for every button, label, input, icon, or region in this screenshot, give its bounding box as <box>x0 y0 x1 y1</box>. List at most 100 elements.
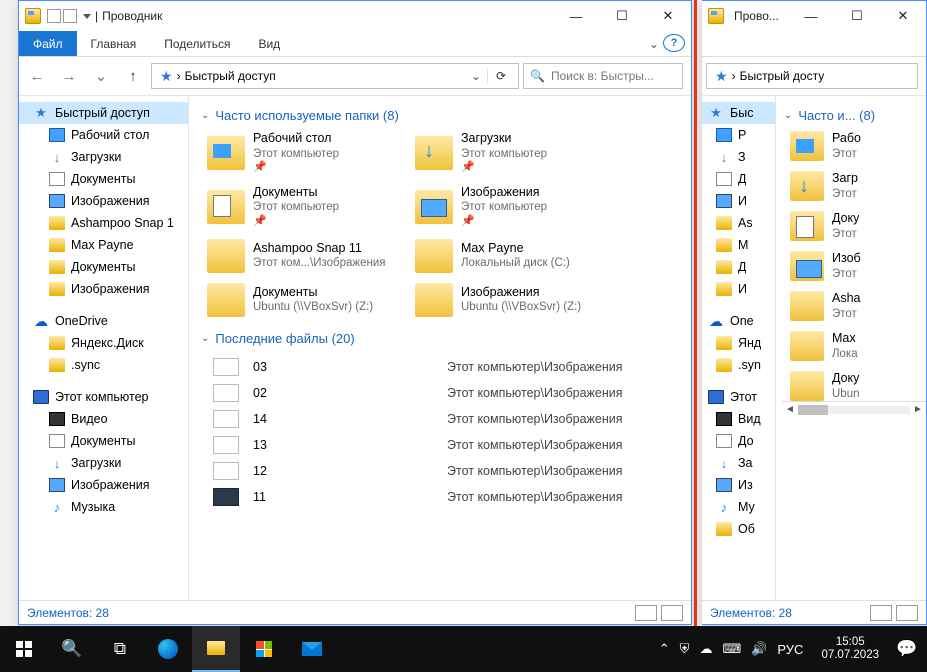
store-button[interactable] <box>240 626 288 672</box>
security-icon[interactable]: ⛨ <box>680 641 690 657</box>
edge-button[interactable] <box>144 626 192 672</box>
language-indicator[interactable]: РУС <box>777 642 803 657</box>
folder-tile[interactable]: ЗагрЭтот <box>790 171 910 201</box>
content-pane[interactable]: ⌄ Часто используемые папки (8) Рабочий с… <box>189 96 691 600</box>
clock[interactable]: 15:05 07.07.2023 <box>813 636 887 662</box>
view-details-icon[interactable] <box>870 605 892 621</box>
mail-button[interactable] <box>288 626 336 672</box>
tree-item[interactable]: OneDrive <box>19 310 188 332</box>
explorer-button[interactable] <box>192 626 240 672</box>
taskbar[interactable]: 🔍 ⧉ ⌃ ⛨ ☁ ⌨ 🔊 РУС 15:05 07.07.2023 💬 <box>0 626 927 672</box>
group-recent-header[interactable]: ⌄ Последние файлы (20) <box>201 331 691 346</box>
tree-item[interactable]: Документы <box>19 430 188 452</box>
folder-tile[interactable]: Max PayneЛокальный диск (C:) <box>415 239 615 273</box>
search-button[interactable]: 🔍 <box>48 626 96 672</box>
tree-item[interactable]: .syn <box>702 354 775 376</box>
close-button[interactable]: ✕ <box>880 1 926 31</box>
tree-item[interactable]: Видео <box>19 408 188 430</box>
folder-tile[interactable]: ИзображенияUbuntu (\\VBoxSvr) (Z:) <box>415 283 615 317</box>
group-frequent-header[interactable]: ⌄ Часто и... (8) <box>784 108 926 123</box>
tree-item[interactable]: Д <box>702 256 775 278</box>
view-large-icon[interactable] <box>896 605 918 621</box>
recent-file-row[interactable]: 12Этот компьютер\Изображения <box>199 458 691 484</box>
ribbon-file-tab[interactable]: Файл <box>19 31 77 56</box>
tree-item[interactable]: И <box>702 190 775 212</box>
view-details-icon[interactable] <box>635 605 657 621</box>
action-center-button[interactable]: 💬 <box>887 626 927 672</box>
navigation-tree[interactable]: ★Быстрый доступРабочий столЗагрузкиДокум… <box>19 96 189 600</box>
view-large-icon[interactable] <box>661 605 683 621</box>
tree-item[interactable]: Этот <box>702 386 775 408</box>
recent-file-row[interactable]: 11Этот компьютер\Изображения <box>199 484 691 510</box>
tree-item[interactable]: ★Быс <box>702 102 775 124</box>
tree-item[interactable]: И <box>702 278 775 300</box>
folder-tile[interactable]: Рабочий столЭтот компьютер📌 <box>207 131 407 175</box>
folder-tile[interactable]: ЗагрузкиЭтот компьютер📌 <box>415 131 615 175</box>
tree-item[interactable]: Загрузки <box>19 452 188 474</box>
keyboard-icon[interactable]: ⌨ <box>722 641 741 657</box>
tree-item[interactable]: Из <box>702 474 775 496</box>
folder-tile[interactable]: Ashampoo Snap 11Этот ком...\Изображения <box>207 239 407 273</box>
help-icon[interactable]: ? <box>663 34 685 52</box>
titlebar[interactable]: Прово... — ☐ ✕ <box>702 1 926 31</box>
tree-item[interactable]: Об <box>702 518 775 540</box>
maximize-button[interactable]: ☐ <box>599 1 645 31</box>
forward-button[interactable]: → <box>55 62 83 90</box>
tree-item[interactable]: Музыка <box>19 496 188 518</box>
tree-item[interactable]: Янд <box>702 332 775 354</box>
recent-file-row[interactable]: 13Этот компьютер\Изображения <box>199 432 691 458</box>
tree-item[interactable]: Ashampoo Snap 1 <box>19 212 188 234</box>
tree-item[interactable]: Этот компьютер <box>19 386 188 408</box>
ribbon-collapse-icon[interactable]: ⌄ <box>645 31 663 56</box>
back-button[interactable]: ← <box>23 62 51 90</box>
ribbon-home-tab[interactable]: Главная <box>77 31 151 56</box>
tray-chevron-icon[interactable]: ⌃ <box>659 641 670 657</box>
tree-item[interactable]: ★Быстрый доступ <box>19 102 188 124</box>
tree-item[interactable]: Рабочий стол <box>19 124 188 146</box>
group-frequent-header[interactable]: ⌄ Часто используемые папки (8) <box>201 108 691 123</box>
address-bar[interactable]: ★› Быстрый досту <box>706 63 918 89</box>
onedrive-tray-icon[interactable]: ☁ <box>699 641 712 657</box>
close-button[interactable]: ✕ <box>645 1 691 31</box>
folder-tile[interactable]: ДокументыUbuntu (\\VBoxSvr) (Z:) <box>207 283 407 317</box>
tree-item[interactable]: До <box>702 430 775 452</box>
recent-file-row[interactable]: 03Этот компьютер\Изображения <box>199 354 691 380</box>
ribbon-view-tab[interactable]: Вид <box>244 31 294 56</box>
tree-item[interactable]: As <box>702 212 775 234</box>
tree-item[interactable]: One <box>702 310 775 332</box>
navigation-tree[interactable]: ★БысРЗДИAsMДИOneЯнд.synЭтотВидДоЗаИзМуОб <box>702 96 776 600</box>
tree-item[interactable]: З <box>702 146 775 168</box>
tree-item[interactable]: Изображения <box>19 190 188 212</box>
tree-item[interactable]: Р <box>702 124 775 146</box>
search-input[interactable]: 🔍 Поиск в: Быстры... <box>523 63 683 89</box>
folder-tile[interactable]: ИзобЭтот <box>790 251 910 281</box>
up-button[interactable]: ↑ <box>119 62 147 90</box>
refresh-icon[interactable]: ⟳ <box>487 69 514 83</box>
address-dropdown-icon[interactable]: ⌄ <box>465 69 487 83</box>
folder-tile[interactable]: ДокуUbun <box>790 371 910 401</box>
ribbon-share-tab[interactable]: Поделиться <box>150 31 244 56</box>
maximize-button[interactable]: ☐ <box>834 1 880 31</box>
minimize-button[interactable]: — <box>788 1 834 31</box>
tree-item[interactable]: Документы <box>19 168 188 190</box>
start-button[interactable] <box>0 626 48 672</box>
tree-item[interactable]: Вид <box>702 408 775 430</box>
qat-dropdown-icon[interactable] <box>83 14 91 19</box>
tree-item[interactable]: За <box>702 452 775 474</box>
folder-tile[interactable]: MaxЛока <box>790 331 910 361</box>
recent-file-row[interactable]: 02Этот компьютер\Изображения <box>199 380 691 406</box>
system-tray[interactable]: ⌃ ⛨ ☁ ⌨ 🔊 РУС <box>649 641 814 657</box>
folder-tile[interactable]: ДокументыЭтот компьютер📌 <box>207 185 407 229</box>
folder-tile[interactable]: ИзображенияЭтот компьютер📌 <box>415 185 615 229</box>
tree-item[interactable]: .sync <box>19 354 188 376</box>
minimize-button[interactable]: — <box>553 1 599 31</box>
tree-item[interactable]: Документы <box>19 256 188 278</box>
volume-icon[interactable]: 🔊 <box>751 641 767 657</box>
tree-item[interactable]: Д <box>702 168 775 190</box>
titlebar[interactable]: | Проводник — ☐ ✕ <box>19 1 691 31</box>
address-bar[interactable]: ★ › Быстрый доступ ⌄ ⟳ <box>151 63 519 89</box>
recent-locations-icon[interactable]: ⌄ <box>87 62 115 90</box>
tree-item[interactable]: Яндекс.Диск <box>19 332 188 354</box>
content-pane[interactable]: ⌄ Часто и... (8) РабоЭтотЗагрЭтотДокуЭто… <box>776 96 926 600</box>
tree-item[interactable]: Изображения <box>19 278 188 300</box>
